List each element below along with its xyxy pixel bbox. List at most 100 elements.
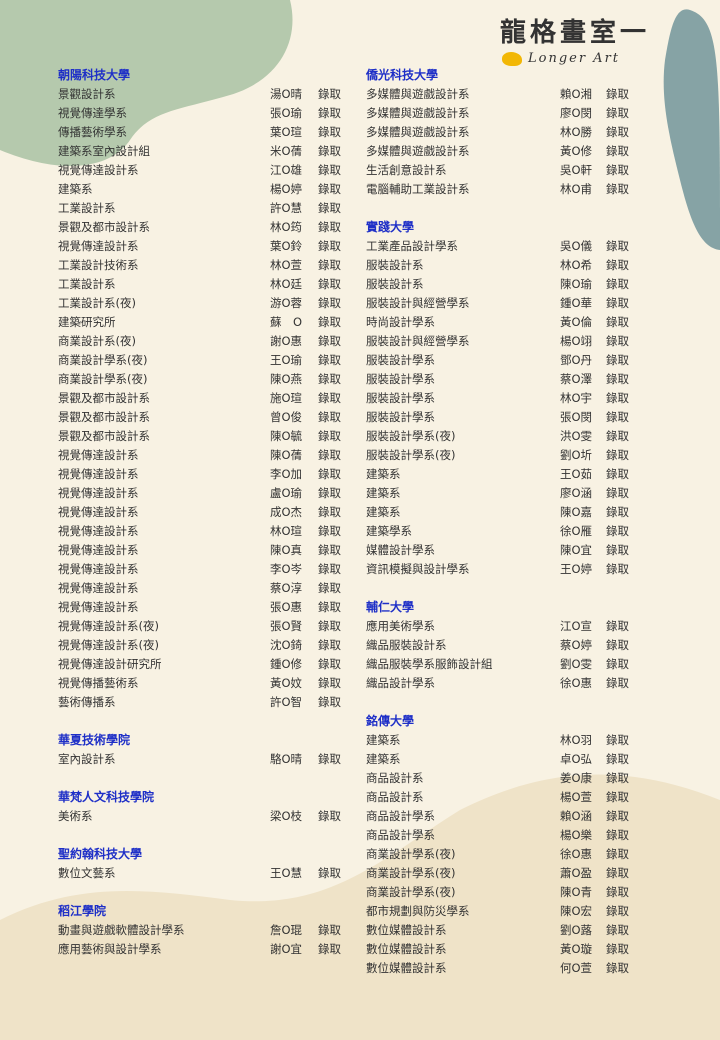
- student-name: 張O賢: [270, 619, 303, 633]
- admission-row: 建築系 楊O婷 錄取: [58, 180, 348, 199]
- admission-row: 電腦輔助工業設計系 林O甫 錄取: [366, 180, 636, 199]
- admission-row: 視覺傳達設計系 江O雄 錄取: [58, 161, 348, 180]
- result-label: 錄取: [606, 429, 629, 443]
- student-name: 林O廷: [270, 277, 303, 291]
- result-label: 錄取: [318, 258, 341, 272]
- result-label: 錄取: [318, 106, 341, 120]
- student-name: 黃O倫: [560, 315, 593, 329]
- department-name: 視覺傳達設計系: [58, 448, 139, 462]
- student-name: 劉O圻: [560, 448, 593, 462]
- student-name: 王O慧: [270, 866, 303, 880]
- result-label: 錄取: [318, 448, 341, 462]
- department-name: 視覺傳達設計系: [58, 505, 139, 519]
- department-name: 建築系: [366, 486, 401, 500]
- result-label: 錄取: [606, 87, 629, 101]
- admission-row: 資訊模擬與設計學系 王O婷 錄取: [366, 560, 636, 579]
- result-label: 錄取: [606, 486, 629, 500]
- result-label: 錄取: [318, 676, 341, 690]
- result-label: 錄取: [606, 277, 629, 291]
- admission-row: 商業設計學系(夜) 徐O惠 錄取: [366, 845, 636, 864]
- department-name: 視覺傳達設計系: [58, 543, 139, 557]
- school-title: 僑光科技大學: [366, 68, 439, 82]
- student-name: 蔡O婷: [560, 638, 593, 652]
- department-name: 商品設計系: [366, 771, 424, 785]
- school-section: 華梵人文科技學院 美術系 梁O枝 錄取: [58, 788, 348, 826]
- result-label: 錄取: [606, 524, 629, 538]
- department-name: 景觀及都市設計系: [58, 429, 150, 443]
- admission-row: 視覺傳達設計系 張O惠 錄取: [58, 598, 348, 617]
- admission-row: 都市規劃與防災學系 陳O宏 錄取: [366, 902, 636, 921]
- student-name: 詹O琨: [270, 923, 303, 937]
- student-name: 李O加: [270, 467, 303, 481]
- school-section: 輔仁大學 應用美術學系 江O宣 錄取 織品服裝設計系 蔡O婷 錄取 織品服裝學系服飾設計組 劉O…: [366, 598, 636, 693]
- admission-row: 建築系 王O茹 錄取: [366, 465, 636, 484]
- result-label: 錄取: [606, 771, 629, 785]
- department-name: 服裝設計與經營學系: [366, 334, 470, 348]
- result-label: 錄取: [318, 752, 341, 766]
- result-label: 錄取: [318, 87, 341, 101]
- student-name: 楊O翊: [560, 334, 593, 348]
- admission-row: 視覺傳播藝術系 黃O妏 錄取: [58, 674, 348, 693]
- school-section: 朝陽科技大學 景觀設計系 湯O晴 錄取 視覺傳達學系 張O瑜 錄取 傳播藝術學系 葉O瑄 錄取 建築…: [58, 66, 348, 712]
- admission-row: 工業產品設計學系 吳O儀 錄取: [366, 237, 636, 256]
- result-label: 錄取: [606, 258, 629, 272]
- student-name: 沈O錡: [270, 638, 303, 652]
- result-label: 錄取: [318, 315, 341, 329]
- student-name: 王O瑜: [270, 353, 303, 367]
- logo-chinese-text: 龍格畫室一: [499, 18, 650, 48]
- student-name: 江O宣: [560, 619, 593, 633]
- department-name: 商業設計學系(夜): [58, 372, 148, 386]
- result-label: 錄取: [606, 410, 629, 424]
- student-name: 陳O宜: [560, 543, 593, 557]
- result-label: 錄取: [318, 562, 341, 576]
- department-name: 商業設計學系(夜): [366, 866, 456, 880]
- student-name: 何O萱: [560, 961, 593, 975]
- admission-row: 視覺傳達設計系 葉O鈴 錄取: [58, 237, 348, 256]
- department-name: 視覺傳達設計系: [58, 239, 139, 253]
- student-name: 洪O雯: [560, 429, 593, 443]
- school-title: 華夏技術學院: [58, 733, 131, 747]
- student-name: 廖O涵: [560, 486, 593, 500]
- department-name: 建築系: [366, 733, 401, 747]
- admission-row: 建築系 林O羽 錄取: [366, 731, 636, 750]
- student-name: 楊O婷: [270, 182, 303, 196]
- result-label: 錄取: [606, 562, 629, 576]
- department-name: 服裝設計與經營學系: [366, 296, 470, 310]
- admission-row: 商品設計學系 賴O涵 錄取: [366, 807, 636, 826]
- admission-row: 商業設計學系(夜) 王O瑜 錄取: [58, 351, 348, 370]
- department-name: 視覺傳達設計系(夜): [58, 638, 159, 652]
- result-label: 錄取: [606, 847, 629, 861]
- result-label: 錄取: [318, 353, 341, 367]
- school-section: 稻江學院 動畫與遊戲軟體設計學系 詹O琨 錄取 應用藝術與設計學系 謝O宜 錄取: [58, 902, 348, 959]
- department-name: 景觀及都市設計系: [58, 391, 150, 405]
- admission-row: 多媒體與遊戲設計系 賴O湘 錄取: [366, 85, 636, 104]
- result-label: 錄取: [318, 524, 341, 538]
- admission-row: 商業設計學系(夜) 陳O青 錄取: [366, 883, 636, 902]
- department-name: 服裝設計學系: [366, 410, 435, 424]
- result-label: 錄取: [606, 809, 629, 823]
- department-name: 都市規劃與防災學系: [366, 904, 470, 918]
- department-name: 工業設計系: [58, 277, 116, 291]
- department-name: 應用藝術與設計學系: [58, 942, 162, 956]
- left-column: 朝陽科技大學 景觀設計系 湯O晴 錄取 視覺傳達學系 張O瑜 錄取 傳播藝術學系 葉O瑄 錄取 建築…: [58, 66, 348, 978]
- department-name: 建築系: [366, 505, 401, 519]
- result-label: 錄取: [606, 733, 629, 747]
- admission-row: 建築學系 徐O雁 錄取: [366, 522, 636, 541]
- student-name: 姜O康: [560, 771, 593, 785]
- student-name: 陳O真: [270, 543, 303, 557]
- department-name: 視覺傳達設計系: [58, 486, 139, 500]
- student-name: 張O惠: [270, 600, 303, 614]
- admission-row: 景觀及都市設計系 施O瑄 錄取: [58, 389, 348, 408]
- department-name: 服裝設計學系: [366, 372, 435, 386]
- result-label: 錄取: [606, 657, 629, 671]
- department-name: 視覺傳達設計研究所: [58, 657, 162, 671]
- school-section: 銘傳大學 建築系 林O羽 錄取 建築系 卓O弘 錄取 商品設計系 姜O康 錄取 商品設計系 楊O萱 錄取…: [366, 712, 636, 978]
- department-name: 多媒體與遊戲設計系: [366, 125, 470, 139]
- student-name: 林O甫: [560, 182, 593, 196]
- result-label: 錄取: [318, 239, 341, 253]
- student-name: 謝O惠: [270, 334, 303, 348]
- admission-row: 服裝設計學系 蔡O澤 錄取: [366, 370, 636, 389]
- admission-row: 建築系 陳O嘉 錄取: [366, 503, 636, 522]
- school-title: 實踐大學: [366, 220, 415, 234]
- admission-row: 視覺傳達設計系 陳O真 錄取: [58, 541, 348, 560]
